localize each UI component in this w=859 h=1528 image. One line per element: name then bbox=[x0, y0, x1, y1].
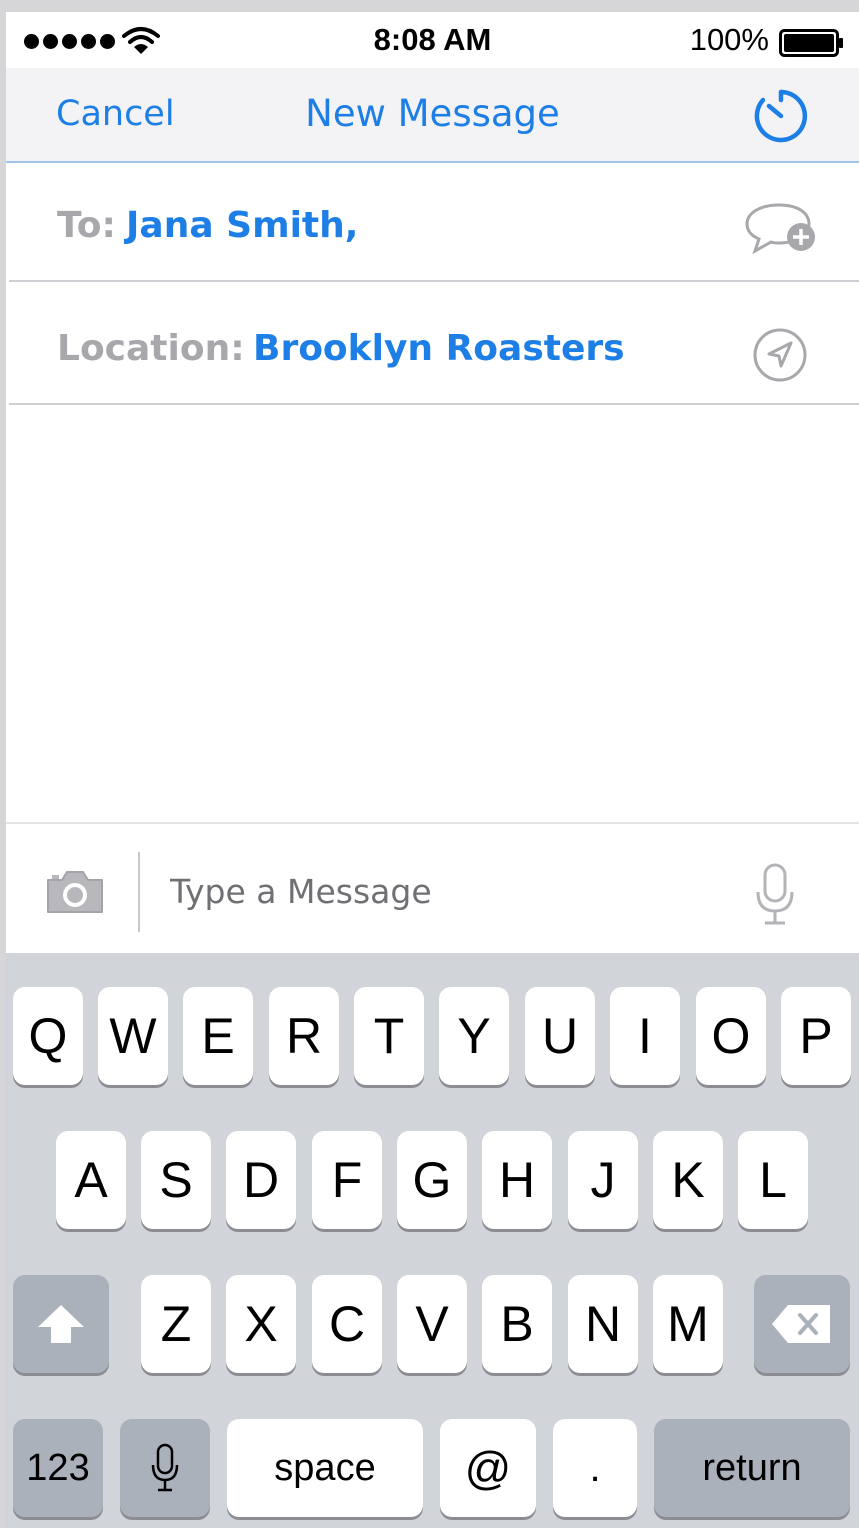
chat-add-icon bbox=[745, 203, 815, 255]
timer-button[interactable] bbox=[751, 86, 811, 146]
message-body-area[interactable] bbox=[6, 405, 859, 822]
key-t[interactable]: T bbox=[354, 987, 424, 1085]
numbers-key[interactable]: 123 bbox=[13, 1419, 103, 1517]
key-h[interactable]: H bbox=[482, 1131, 552, 1229]
message-input[interactable] bbox=[168, 860, 712, 922]
dictation-key[interactable] bbox=[120, 1419, 210, 1517]
space-key[interactable]: space bbox=[227, 1419, 423, 1517]
cancel-button[interactable]: Cancel bbox=[56, 94, 175, 134]
location-value[interactable]: Brooklyn Roasters bbox=[253, 328, 625, 369]
key-w[interactable]: W bbox=[98, 987, 168, 1085]
add-contact-button[interactable] bbox=[743, 201, 819, 257]
key-f[interactable]: F bbox=[312, 1131, 382, 1229]
keyboard: Q W E R T Y U I O P A S D F G H J K L Z … bbox=[6, 953, 859, 1528]
key-y[interactable]: Y bbox=[439, 987, 509, 1085]
key-r[interactable]: R bbox=[269, 987, 339, 1085]
key-e[interactable]: E bbox=[183, 987, 253, 1085]
phone-screen: 8:08 AM 100% Cancel New Message To: Jana… bbox=[6, 12, 859, 1528]
period-key[interactable]: . bbox=[553, 1419, 637, 1517]
key-l[interactable]: L bbox=[738, 1131, 808, 1229]
microphone-icon bbox=[151, 1443, 179, 1492]
location-arrow-icon bbox=[753, 328, 807, 382]
backspace-icon bbox=[772, 1305, 830, 1343]
to-recipient[interactable]: Jana Smith, bbox=[126, 205, 358, 246]
dictation-button[interactable] bbox=[753, 862, 797, 928]
key-s[interactable]: S bbox=[141, 1131, 211, 1229]
key-m[interactable]: M bbox=[653, 1275, 723, 1373]
key-u[interactable]: U bbox=[525, 987, 595, 1085]
key-d[interactable]: D bbox=[226, 1131, 296, 1229]
location-field-row[interactable]: Location: Brooklyn Roasters bbox=[9, 282, 859, 405]
return-key[interactable]: return bbox=[654, 1419, 850, 1517]
microphone-icon bbox=[756, 863, 794, 925]
status-bar: 8:08 AM 100% bbox=[6, 12, 859, 68]
compose-bar bbox=[6, 822, 859, 955]
key-n[interactable]: N bbox=[568, 1275, 638, 1373]
key-z[interactable]: Z bbox=[141, 1275, 211, 1373]
key-k[interactable]: K bbox=[653, 1131, 723, 1229]
at-key[interactable]: @ bbox=[440, 1419, 536, 1517]
timer-icon bbox=[754, 89, 808, 143]
key-v[interactable]: V bbox=[397, 1275, 467, 1373]
camera-button[interactable] bbox=[44, 868, 106, 916]
key-j[interactable]: J bbox=[568, 1131, 638, 1229]
battery-icon bbox=[779, 29, 843, 57]
to-field-row[interactable]: To: Jana Smith, bbox=[9, 163, 859, 282]
key-o[interactable]: O bbox=[696, 987, 766, 1085]
battery-percentage: 100% bbox=[689, 22, 769, 57]
key-q[interactable]: Q bbox=[13, 987, 83, 1085]
key-g[interactable]: G bbox=[397, 1131, 467, 1229]
navigation-bar: Cancel New Message bbox=[6, 68, 859, 163]
key-x[interactable]: X bbox=[226, 1275, 296, 1373]
key-p[interactable]: P bbox=[781, 987, 851, 1085]
shift-arrow-icon bbox=[38, 1305, 84, 1343]
current-location-button[interactable] bbox=[751, 326, 809, 384]
shift-key[interactable] bbox=[13, 1275, 109, 1373]
compose-divider bbox=[138, 852, 140, 932]
to-label: To: bbox=[57, 205, 116, 246]
camera-icon bbox=[47, 871, 103, 913]
delete-key[interactable] bbox=[754, 1275, 850, 1373]
location-label: Location: bbox=[57, 328, 245, 369]
key-a[interactable]: A bbox=[56, 1131, 126, 1229]
key-b[interactable]: B bbox=[482, 1275, 552, 1373]
key-i[interactable]: I bbox=[610, 987, 680, 1085]
key-c[interactable]: C bbox=[312, 1275, 382, 1373]
